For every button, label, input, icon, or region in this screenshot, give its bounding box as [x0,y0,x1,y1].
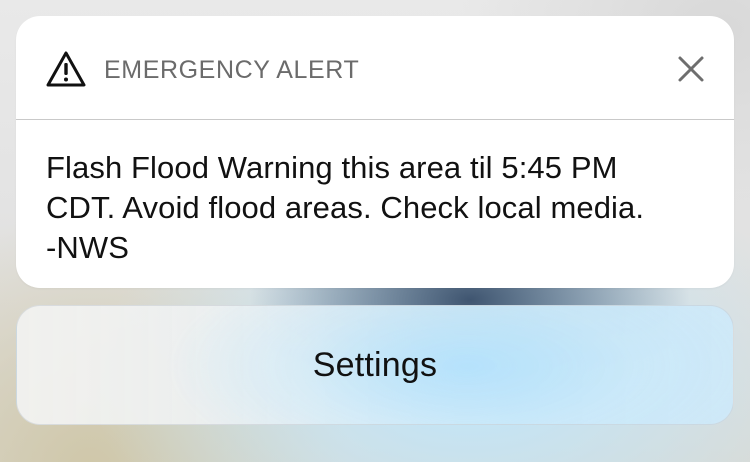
settings-label: Settings [312,345,438,384]
alert-title: EMERGENCY ALERT [104,56,360,84]
alert-header: EMERGENCY ALERT [16,16,734,120]
settings-button[interactable]: Settings [16,305,734,425]
emergency-alert-card: EMERGENCY ALERT Flash Flood Warning this… [16,16,734,288]
close-icon[interactable] [676,54,706,84]
alert-message: Flash Flood Warning this area til 5:45 P… [46,150,645,265]
warning-triangle-icon [46,51,86,87]
